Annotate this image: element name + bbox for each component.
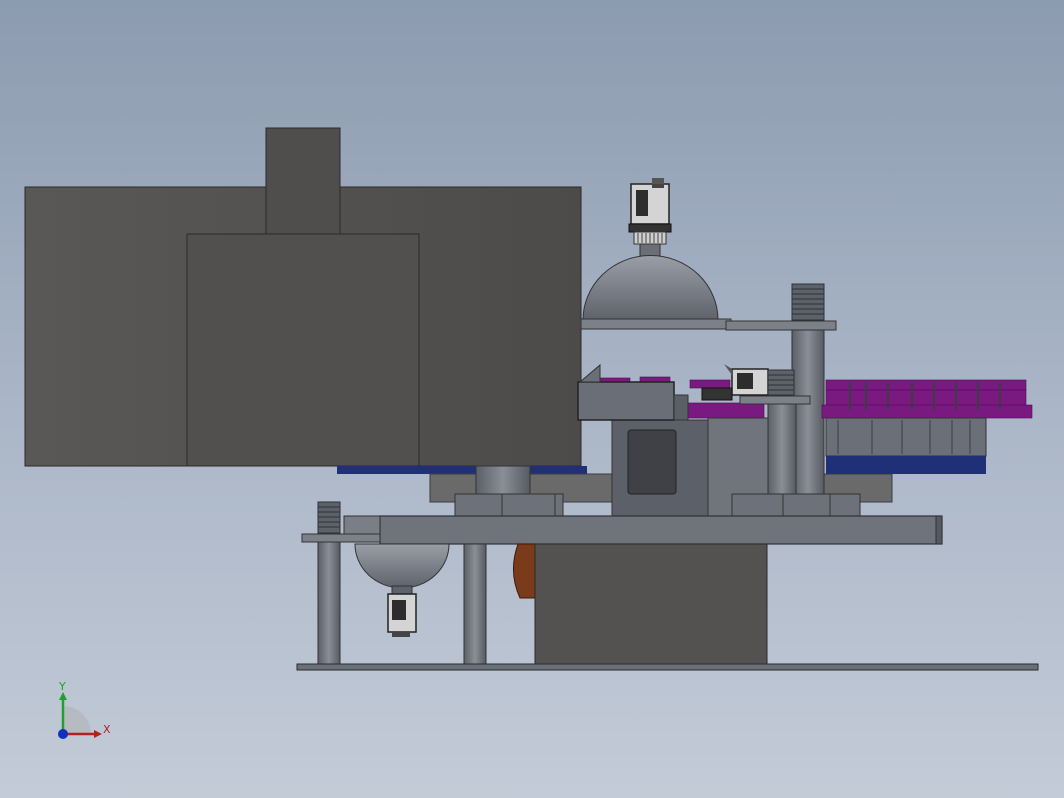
housing-top-chimney [265, 127, 341, 235]
lower-cabinet [534, 543, 768, 665]
main-table-plate [379, 515, 943, 545]
clamp-block-left [454, 493, 564, 517]
dome-mount-plate [580, 318, 732, 330]
housing-front-panel [186, 233, 420, 467]
dome-arm-bracket [725, 320, 837, 331]
top-camera-sensor [628, 178, 672, 257]
bottom-camera-sensor [387, 585, 417, 637]
orientation-triad[interactable]: X Y [58, 680, 111, 739]
conveyor-belt-left [337, 466, 587, 474]
y-axis-label: Y [58, 680, 66, 693]
z-axis-dot [58, 729, 68, 739]
top-dome-light [582, 255, 719, 321]
clamp-block-right [731, 493, 861, 517]
cad-model-viewport[interactable]: X Y [0, 0, 1064, 798]
main-housing [24, 127, 582, 467]
conveyor-belt-right [826, 456, 986, 474]
table-side-bracket [343, 515, 381, 535]
right-conveyor-body [825, 417, 987, 457]
assembly-view: X Y [24, 127, 1039, 739]
bottom-dome-light [354, 543, 450, 589]
middle-support-post [463, 543, 487, 665]
triad-plane-quadrant [63, 706, 91, 734]
base-plate [296, 663, 1039, 671]
drive-wheel [513, 543, 537, 599]
x-axis-label: X [103, 723, 111, 736]
